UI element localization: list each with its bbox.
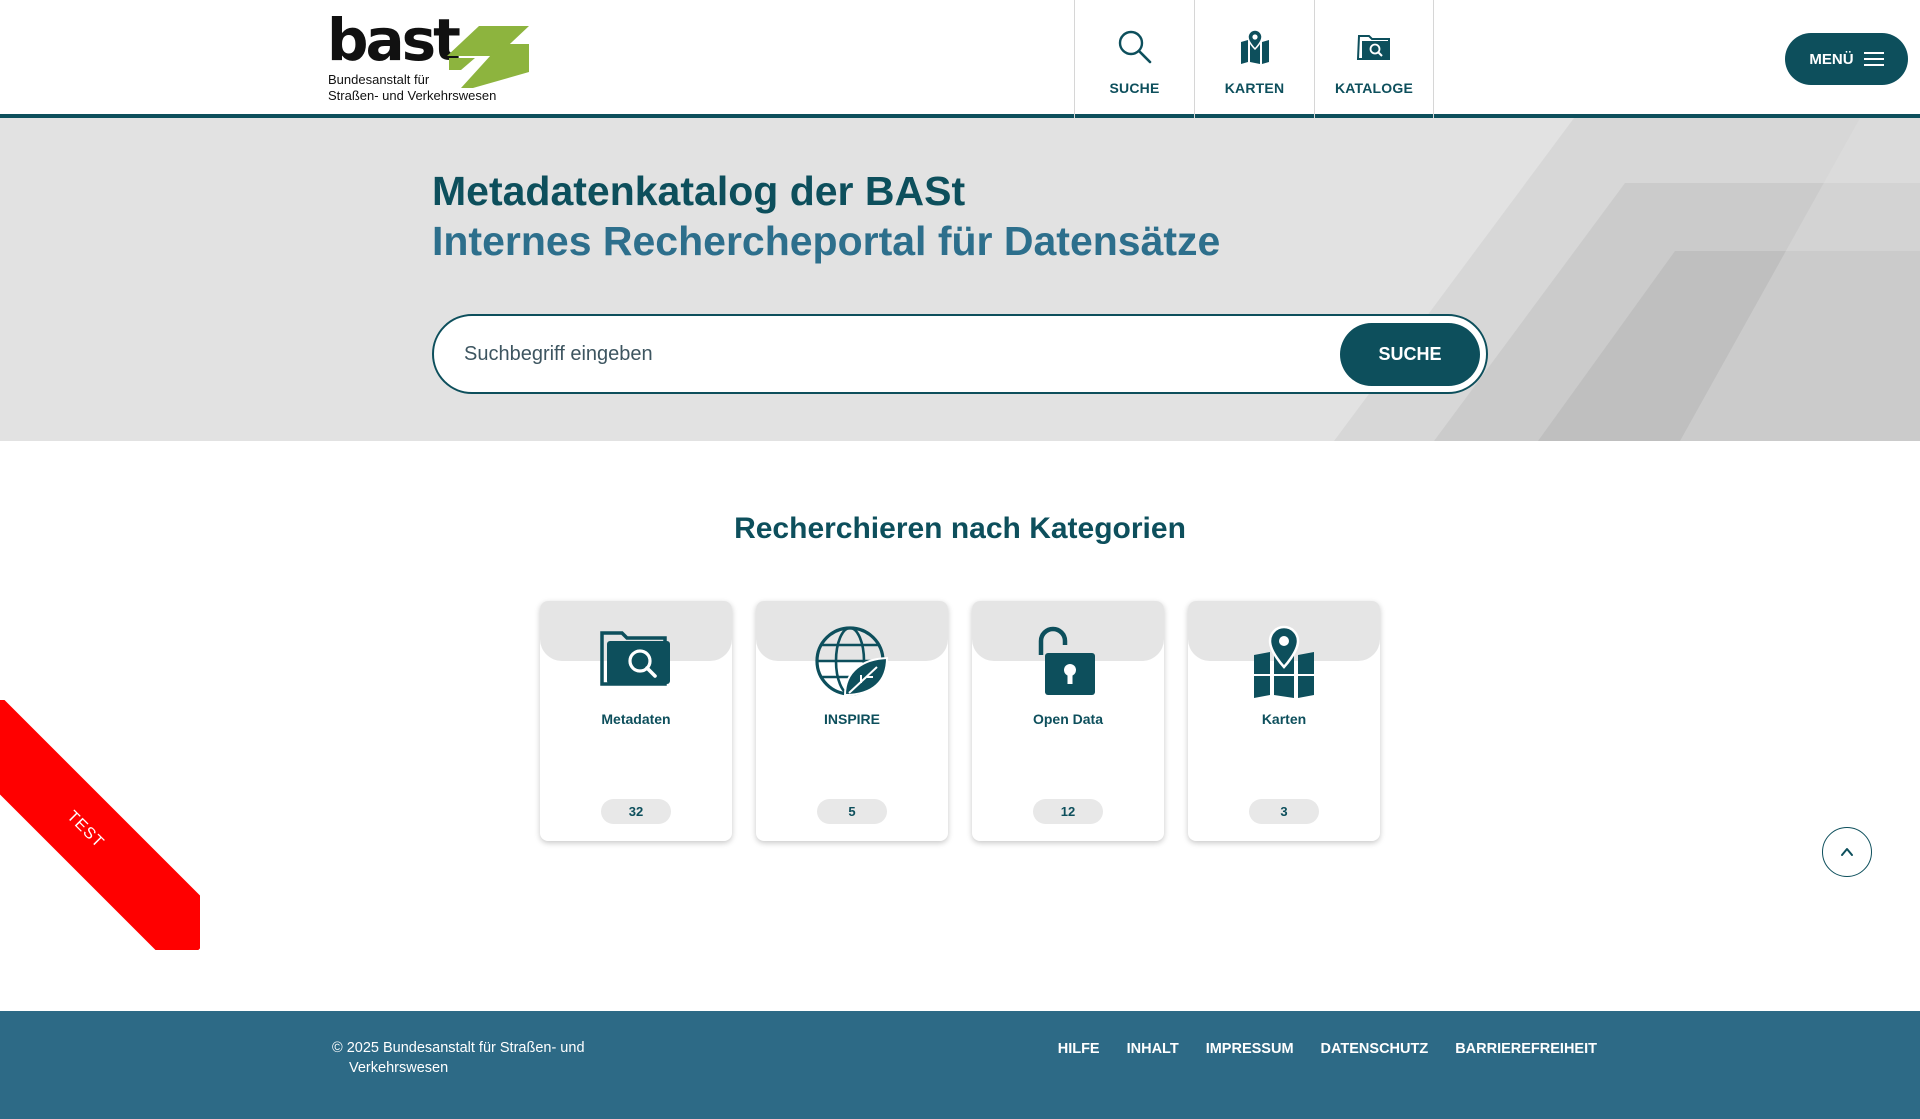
nav-item-kataloge[interactable]: KATALOGE [1314, 0, 1434, 118]
footer-links: HILFE INHALT IMPRESSUM DATENSCHUTZ BARRI… [1058, 1041, 1597, 1057]
category-count-badge: 5 [817, 799, 887, 824]
copyright-text: © 2025 Bundesanstalt für Straßen- und Ve… [332, 1040, 585, 1076]
bast-logo[interactable]: bast Bundesanstalt für Straßen- und Verk… [327, 10, 532, 106]
open-lock-icon [1038, 626, 1095, 695]
logo-wordmark: bast [327, 6, 461, 74]
page-subtitle: Internes Rechercheportal für Datensätze [432, 218, 1221, 264]
search-input[interactable] [464, 336, 1244, 372]
footer-link-impressum[interactable]: IMPRESSUM [1206, 1041, 1294, 1057]
category-cards: Metadaten 32 INSPIRE 5 Open Data 12 Kart… [540, 601, 1380, 841]
footer-link-datenschutz[interactable]: DATENSCHUTZ [1321, 1041, 1429, 1057]
hero-section: Metadatenkatalog der BASt Internes Reche… [0, 118, 1920, 441]
category-count-badge: 3 [1249, 799, 1319, 824]
menu-button[interactable]: MENÜ [1785, 33, 1908, 85]
nav-label-karten: KARTEN [1224, 80, 1285, 96]
search-icon [1118, 30, 1151, 64]
search-button[interactable]: SUCHE [1340, 323, 1480, 386]
category-count-badge: 12 [1033, 799, 1103, 824]
categories-heading: Recherchieren nach Kategorien [734, 512, 1186, 545]
test-ribbon: TEST [0, 700, 200, 950]
chevron-up-icon [1841, 848, 1853, 856]
hamburger-icon [1863, 52, 1884, 66]
map-pin-icon [1254, 625, 1314, 698]
category-card-open-data[interactable]: Open Data 12 [972, 601, 1164, 841]
category-label: Metadaten [601, 711, 671, 727]
nav-item-suche[interactable]: SUCHE [1074, 0, 1194, 118]
nav-item-karten[interactable]: KARTEN [1194, 0, 1314, 118]
category-label: INSPIRE [823, 711, 880, 727]
site-footer: © 2025 Bundesanstalt für Straßen- und Ve… [0, 1011, 1920, 1119]
category-card-metadaten[interactable]: Metadaten 32 [540, 601, 732, 841]
site-header: bast Bundesanstalt für Straßen- und Verk… [0, 0, 1920, 118]
globe-leaf-icon [815, 626, 889, 697]
logo-subtitle: Bundesanstalt für Straßen- und Verkehrsw… [328, 72, 496, 104]
category-label: Karten [1261, 711, 1307, 727]
logo-subtitle-line2: Straßen- und Verkehrswesen [328, 88, 497, 103]
nav-label-kataloge: KATALOGE [1334, 80, 1414, 96]
category-count-badge: 32 [601, 799, 671, 824]
map-icon [1240, 29, 1269, 64]
footer-link-hilfe[interactable]: HILFE [1058, 1041, 1100, 1057]
category-card-inspire[interactable]: INSPIRE 5 [756, 601, 948, 841]
search-bar: SUCHE [432, 314, 1488, 394]
nav-label-suche: SUCHE [1109, 80, 1160, 96]
main-nav: SUCHE KARTEN KATALOGE [1074, 0, 1434, 118]
test-ribbon-label: TEST [0, 700, 200, 950]
back-to-top-button[interactable] [1822, 827, 1872, 877]
catalog-folder-icon [1356, 35, 1390, 60]
folder-search-icon [600, 631, 670, 686]
category-card-karten[interactable]: Karten 3 [1188, 601, 1380, 841]
menu-label: MENÜ [1809, 50, 1854, 68]
logo-subtitle-line1: Bundesanstalt für [328, 72, 430, 87]
footer-link-inhalt[interactable]: INHALT [1127, 1041, 1179, 1057]
page-title: Metadatenkatalog der BASt [432, 168, 966, 214]
footer-link-barrierefreiheit[interactable]: BARRIEREFREIHEIT [1455, 1041, 1597, 1057]
category-label: Open Data [1032, 711, 1103, 727]
